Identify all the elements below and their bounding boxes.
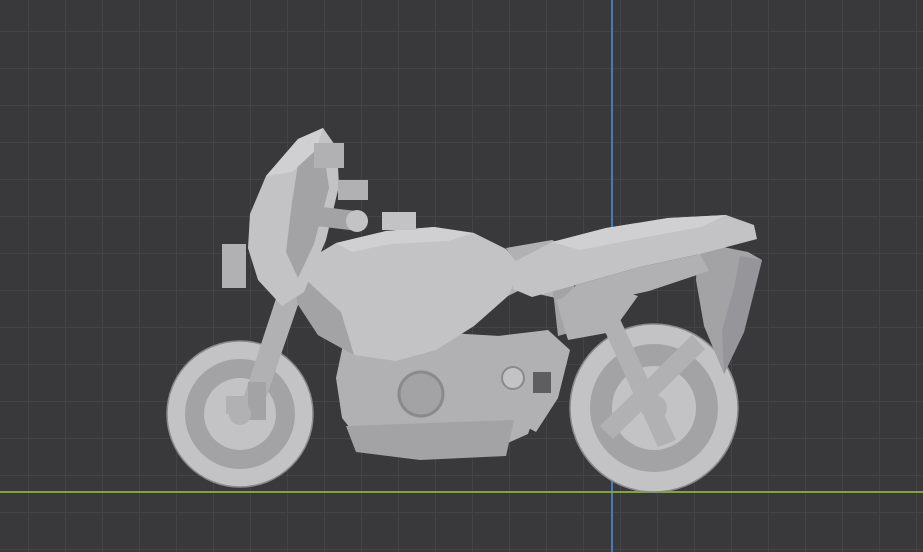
engine-circle-detail bbox=[397, 370, 445, 418]
3d-viewport[interactable] bbox=[0, 0, 923, 552]
motorcycle-model[interactable] bbox=[0, 0, 923, 552]
dark-square-detail bbox=[533, 372, 551, 393]
windshield-top-block bbox=[314, 143, 344, 168]
fairing-side-block bbox=[222, 244, 246, 288]
tank-top-block bbox=[382, 212, 416, 230]
mirror-block bbox=[338, 180, 368, 200]
handlebar-end-cap bbox=[346, 210, 368, 232]
footpeg-circle-detail bbox=[501, 366, 525, 390]
